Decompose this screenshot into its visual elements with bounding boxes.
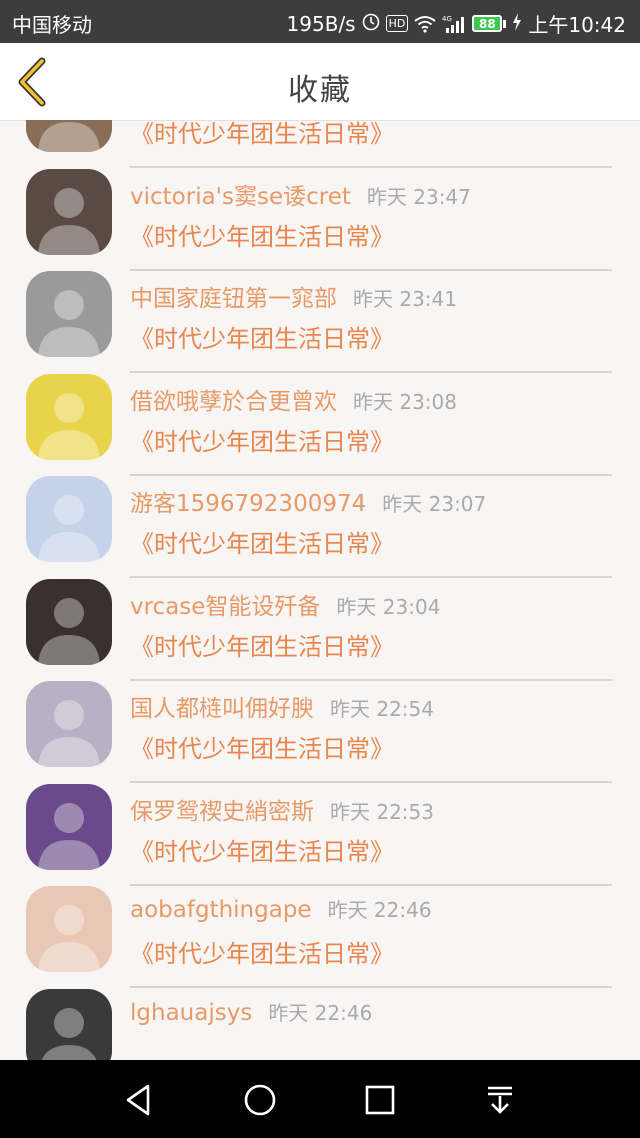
work-title[interactable]: 《时代少年团生活日常》 [130,524,394,559]
row-header: vrcase智能设歼备 昨天 23:04 [130,587,440,621]
status-bar: 中国移动 195B/s HD 4G 88 上午10:42 [0,0,640,43]
work-title[interactable]: 《时代少年团生活日常》 [130,120,394,149]
favorite-time: 昨天 23:08 [353,389,457,414]
battery-indicator: 88 [472,15,503,32]
nav-recents-button[interactable] [362,1082,398,1118]
user-avatar[interactable] [26,271,112,357]
user-name[interactable]: lghauajsys [130,1000,252,1026]
square-recents-icon [365,1085,395,1115]
user-avatar[interactable] [26,578,112,665]
favorite-time: 昨天 23:47 [366,184,471,209]
favorite-row[interactable]: 保罗鸳禊史綃密斯 昨天 22:53 《时代少年团生活日常》 [0,768,640,886]
favorite-row[interactable]: 《时代少年团生活日常》 [0,120,640,168]
favorite-time: 昨天 22:53 [330,799,434,824]
user-avatar[interactable] [26,168,112,255]
status-icons: 195B/s HD 4G 88 上午10:42 [287,9,626,38]
work-title[interactable]: 《时代少年团生活日常》 [130,217,394,252]
carrier-label: 中国移动 [12,13,92,37]
system-nav-bar [0,1060,640,1138]
row-header: 借欲哦孽於合更曾欢 昨天 23:08 [130,382,457,416]
favorite-time: 昨天 23:07 [382,492,487,516]
favorite-time: 昨天 23:04 [336,594,441,619]
pull-down-icon [488,1086,512,1114]
user-avatar[interactable] [26,681,112,767]
charging-icon [512,12,522,35]
work-title[interactable]: 《时代少年团生活日常》 [130,729,394,764]
favorite-row[interactable]: lghauajsys 昨天 22:46 [0,973,640,1060]
user-name[interactable]: 借欲哦孽於合更曾欢 [130,389,337,415]
favorite-row[interactable]: 国人都梿叫佣好腴 昨天 22:54 《时代少年团生活日常》 [0,665,640,783]
page-title: 收藏 [288,73,352,108]
favorite-row[interactable]: aobafgthingape 昨天 22:46 《时代少年团生活日常》 [0,870,640,988]
row-header: aobafgthingape 昨天 22:46 [130,894,432,923]
favorites-list[interactable]: 《时代少年团生活日常》 victoria's窦se诿cret 昨天 23:47 《时代… [0,120,640,1060]
work-title[interactable]: 《时代少年团生活日常》 [130,934,394,969]
row-header: 中国家庭钮第一窕部 昨天 23:41 [130,279,457,313]
work-title[interactable]: 《时代少年团生活日常》 [130,422,394,457]
battery-tip [503,19,507,28]
nav-home-button[interactable] [242,1082,278,1118]
favorite-time: 昨天 22:46 [327,898,432,922]
user-avatar[interactable] [26,373,112,460]
user-name[interactable]: 中国家庭钮第一窕部 [130,286,337,312]
user-name[interactable]: victoria's窦se诿cret [130,184,351,210]
circle-home-icon [244,1084,276,1116]
user-avatar[interactable] [26,120,112,152]
favorite-row[interactable]: 中国家庭钮第一窕部 昨天 23:41 《时代少年团生活日常》 [0,255,640,373]
user-avatar[interactable] [26,476,112,562]
work-title[interactable]: 《时代少年团生活日常》 [130,627,394,662]
clock: 上午10:42 [528,13,626,37]
favorite-time: 昨天 22:54 [330,697,434,721]
nav-notifications-button[interactable] [482,1082,518,1118]
user-name[interactable]: aobafgthingape [130,897,312,923]
user-name[interactable]: 国人都梿叫佣好腴 [130,696,314,722]
net-speed: 195B/s [286,11,356,36]
favorite-time: 昨天 23:41 [353,287,457,311]
user-avatar[interactable] [26,988,112,1060]
row-header: victoria's窦se诿cret 昨天 23:47 [130,177,471,211]
favorite-row[interactable]: 借欲哦孽於合更曾欢 昨天 23:08 《时代少年团生活日常》 [0,358,640,476]
user-name[interactable]: vrcase智能设歼备 [130,594,320,620]
user-avatar[interactable] [26,886,112,972]
row-header: 国人都梿叫佣好腴 昨天 22:54 [130,689,434,723]
signal-icon: 4G [442,14,466,34]
row-header: 游客1596792300974 昨天 23:07 [130,484,486,518]
user-name[interactable]: 游客1596792300974 [130,491,366,517]
work-title[interactable]: 《时代少年团生活日常》 [130,319,394,354]
favorite-row[interactable]: 游客1596792300974 昨天 23:07 《时代少年团生活日常》 [0,460,640,578]
triangle-back-icon [126,1084,150,1116]
wifi-icon [414,15,436,33]
user-avatar[interactable] [26,783,112,870]
alarm-icon [362,13,380,35]
row-header: lghauajsys 昨天 22:46 [130,997,372,1026]
user-name[interactable]: 保罗鸳禊史綃密斯 [130,799,314,825]
favorite-row[interactable]: victoria's窦se诿cret 昨天 23:47 《时代少年团生活日常》 [0,153,640,271]
favorite-time: 昨天 22:46 [268,1000,373,1025]
signal-label: 4G [442,15,452,23]
hd-badge: HD [385,15,409,32]
favorite-row[interactable]: vrcase智能设歼备 昨天 23:04 《时代少年团生活日常》 [0,563,640,681]
nav-back-button[interactable] [122,1082,158,1118]
work-title[interactable]: 《时代少年团生活日常》 [130,832,394,867]
app-header: 收藏 [0,43,640,121]
row-header: 保罗鸳禊史綃密斯 昨天 22:53 [130,792,434,826]
